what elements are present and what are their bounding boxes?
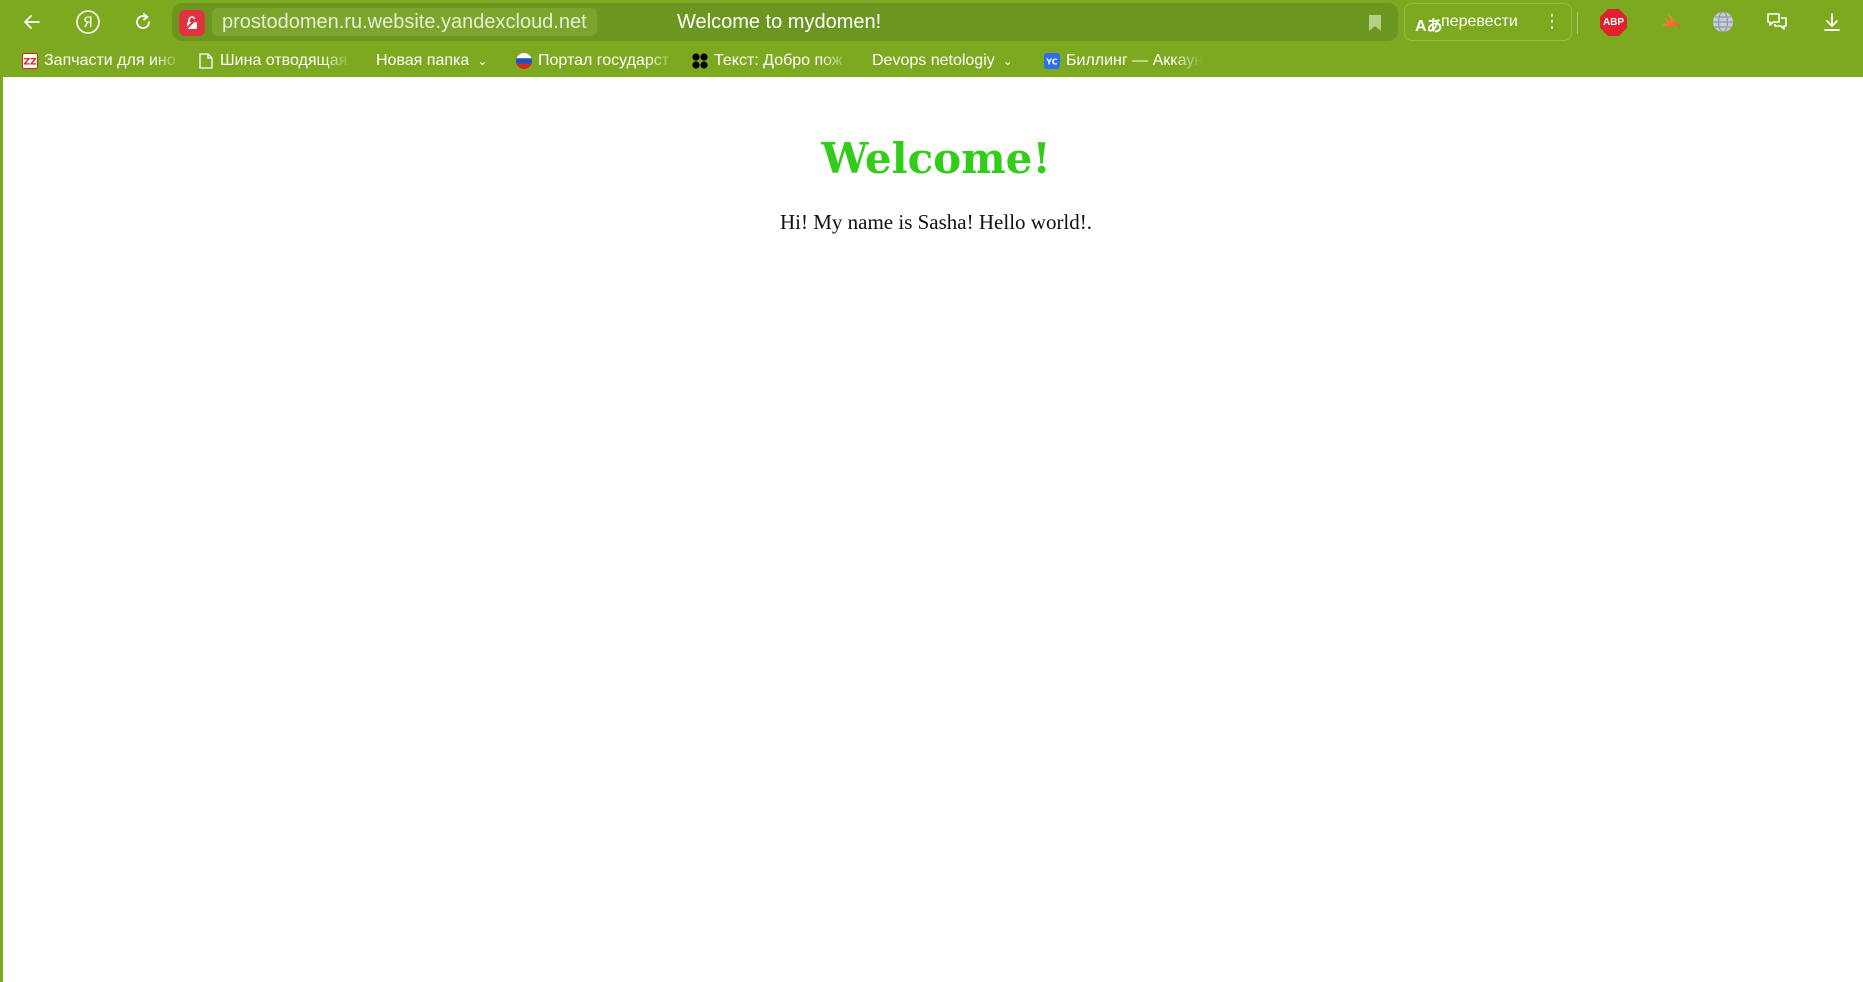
globe-icon xyxy=(1713,11,1733,33)
swift-bird-icon xyxy=(1662,14,1680,29)
bookmark-billing[interactable]: YC Биллинг — Аккаун xyxy=(1044,50,1204,72)
chat-bubbles-icon xyxy=(1767,13,1787,30)
page-title: Welcome to mydomen! xyxy=(677,11,882,33)
bookmark-label: Шина отводящая xyxy=(220,52,348,69)
bookmark-label: Запчасти для ино xyxy=(44,52,176,69)
broken-lock-icon xyxy=(185,16,199,30)
translate-menu-button[interactable]: ⋮ xyxy=(1543,10,1561,32)
download-icon xyxy=(1824,13,1840,31)
bookmark-label: Devops netologiy xyxy=(872,52,995,69)
bookmark-portal[interactable]: Портал государст xyxy=(516,50,678,72)
page-icon xyxy=(198,53,214,69)
vpn-extension-button[interactable] xyxy=(1706,6,1740,38)
toolbar-divider xyxy=(1577,12,1578,34)
bookmark-tekst[interactable]: Текст: Добро пож xyxy=(692,50,852,72)
bookmark-folder-novaya-papka[interactable]: Новая папка ⌄ xyxy=(376,50,487,72)
chat-extension-button[interactable] xyxy=(1760,6,1794,38)
reload-icon xyxy=(136,13,150,29)
bookmarks-bar: ZZ Запчасти для ино Шина отводящая Новая… xyxy=(0,45,1863,77)
translate-icon: Aあ xyxy=(1415,18,1443,35)
zz-icon: ZZ xyxy=(22,53,38,69)
bookmark-label: Портал государст xyxy=(538,52,670,69)
insecure-connection-icon[interactable] xyxy=(179,10,205,36)
back-arrow-icon xyxy=(24,15,40,29)
back-button[interactable] xyxy=(15,6,49,38)
svg-text:Я: Я xyxy=(83,15,93,31)
chevron-down-icon: ⌄ xyxy=(1002,54,1013,68)
page-heading: Welcome! xyxy=(821,134,1051,183)
translate-label: перевести xyxy=(1441,13,1518,30)
swift-extension-button[interactable] xyxy=(1654,6,1688,38)
web-page-content: Welcome! Hi! My name is Sasha! Hello wor… xyxy=(3,77,1863,982)
russia-flag-icon xyxy=(516,53,532,69)
bookmark-folder-devops[interactable]: Devops netologiy ⌄ xyxy=(872,50,1013,72)
bookmark-label: Биллинг — Аккаун xyxy=(1066,52,1204,69)
browser-toolbar: Я prostodomen.ru.website.yandexcloud.net… xyxy=(0,0,1863,45)
address-bar[interactable]: prostodomen.ru.website.yandexcloud.net W… xyxy=(172,3,1398,41)
yc-icon: YC xyxy=(1044,53,1060,69)
adblock-plus-icon[interactable]: ABP xyxy=(1600,9,1627,36)
dots-icon xyxy=(692,53,708,69)
url-text[interactable]: prostodomen.ru.website.yandexcloud.net xyxy=(212,8,597,36)
browser-chrome: Я prostodomen.ru.website.yandexcloud.net… xyxy=(0,0,1863,77)
bookmark-icon[interactable] xyxy=(1368,14,1382,32)
reload-button[interactable] xyxy=(126,6,160,38)
translate-button[interactable]: Aあ перевести ⋮ xyxy=(1404,3,1572,41)
yandex-home-button[interactable]: Я xyxy=(71,6,105,38)
svg-text:YC: YC xyxy=(1045,58,1058,67)
bookmark-zapchasti[interactable]: ZZ Запчасти для ино xyxy=(22,50,184,72)
bookmark-label: Текст: Добро пож xyxy=(714,52,843,69)
chevron-down-icon: ⌄ xyxy=(477,54,488,68)
downloads-button[interactable] xyxy=(1815,6,1849,38)
bookmark-shina[interactable]: Шина отводящая xyxy=(198,50,353,72)
page-paragraph: Hi! My name is Sasha! Hello world!. xyxy=(779,210,1093,234)
svg-text:ZZ: ZZ xyxy=(23,58,37,68)
yandex-logo-icon: Я xyxy=(76,10,100,34)
bookmark-label: Новая папка xyxy=(376,52,470,69)
